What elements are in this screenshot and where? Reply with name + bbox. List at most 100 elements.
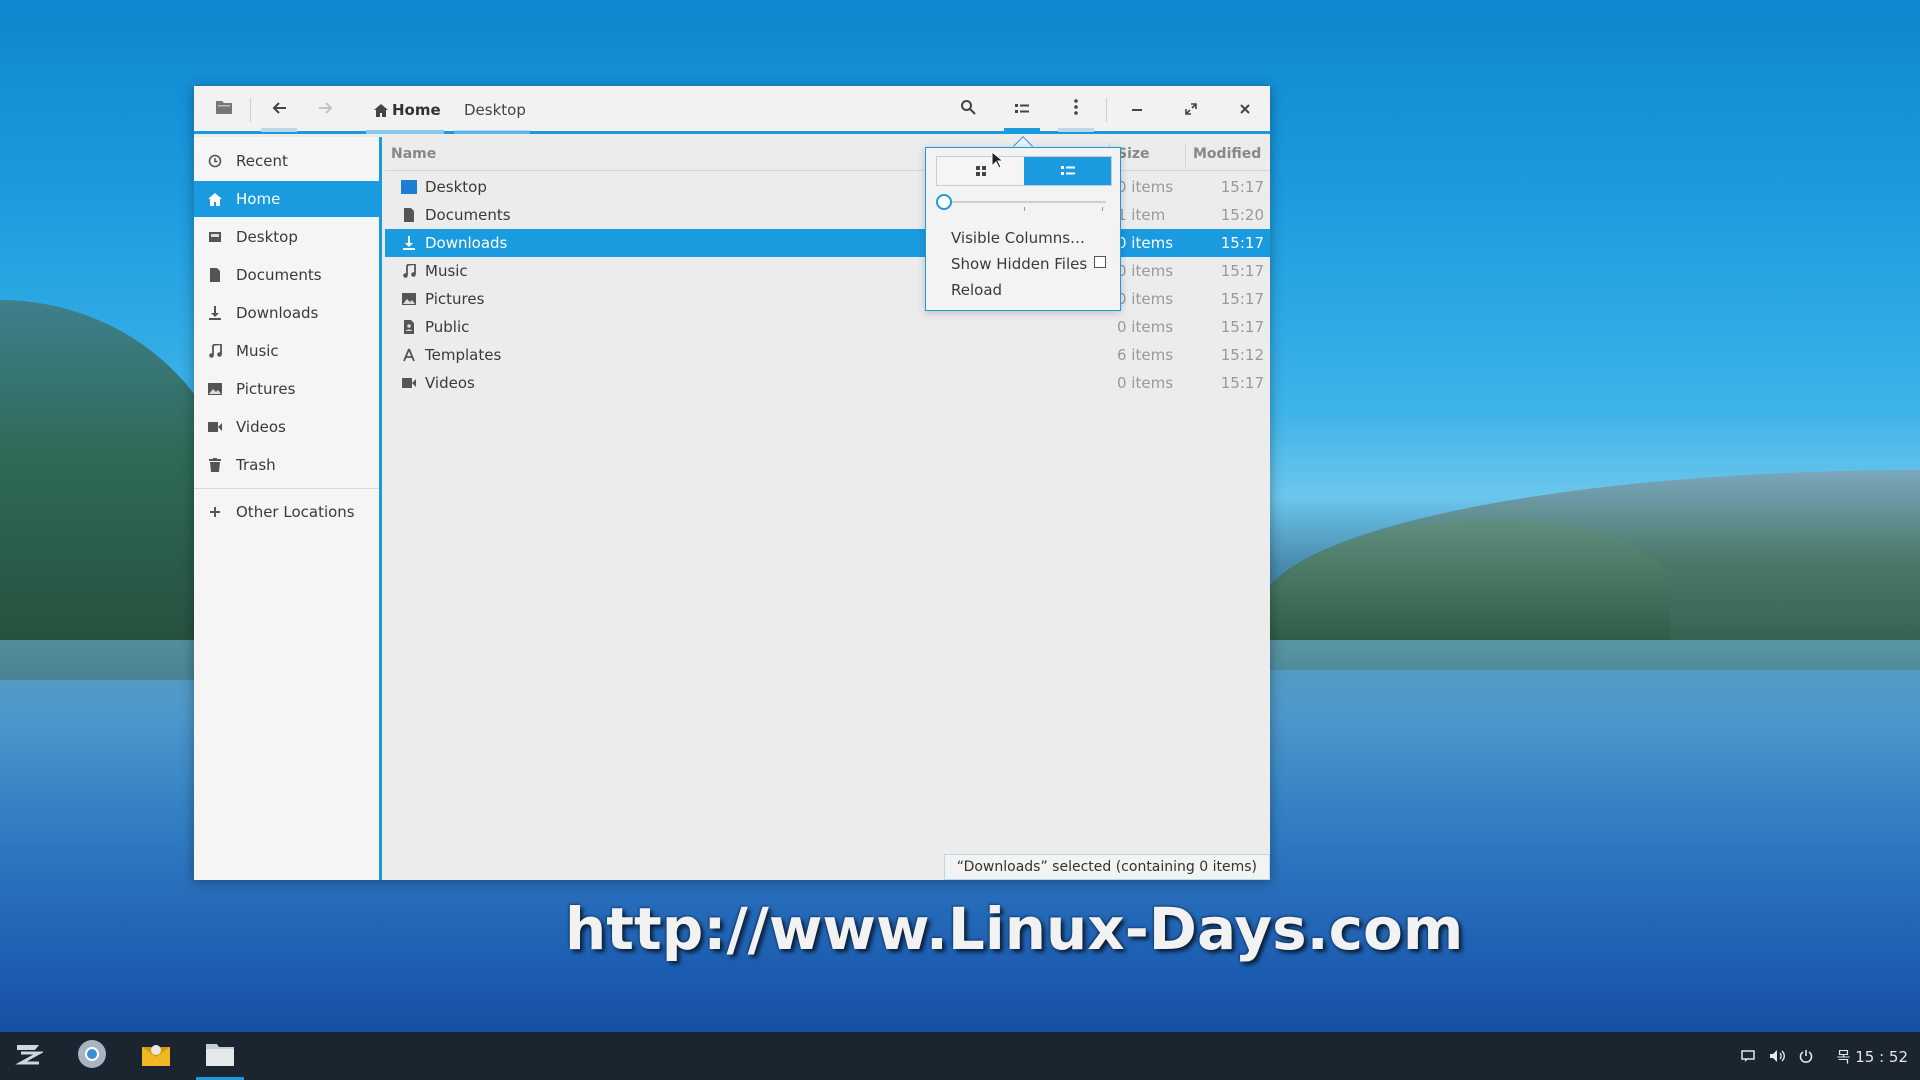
maximize-icon (1185, 100, 1197, 119)
sidebar: Recent Home Desktop Documents Downloads … (194, 137, 382, 880)
search-button[interactable] (946, 92, 990, 126)
grid-view-icon (975, 162, 987, 181)
table-row[interactable]: Downloads 0 items 15:17 (385, 229, 1270, 257)
file-name: Desktop (425, 178, 487, 196)
file-name: Downloads (425, 234, 508, 252)
search-icon (960, 99, 976, 119)
maximize-button[interactable] (1169, 92, 1213, 126)
column-name[interactable]: Name (391, 146, 436, 162)
zoom-slider-mark (1102, 207, 1103, 211)
file-name: Documents (425, 206, 511, 224)
list-view-icon (1060, 162, 1075, 181)
reload-item[interactable]: Reload (951, 281, 1002, 299)
sidebar-item-downloads[interactable]: Downloads (194, 295, 379, 331)
zoom-slider-track[interactable] (942, 201, 1106, 203)
show-hidden-files-item[interactable]: Show Hidden Files (951, 255, 1087, 273)
sidebar-item-home[interactable]: Home (194, 181, 379, 217)
menu-button[interactable] (1054, 92, 1098, 132)
file-modified: 15:17 (1220, 290, 1264, 308)
sidebar-item-label: Desktop (236, 228, 298, 246)
close-icon (1239, 100, 1251, 119)
file-name: Pictures (425, 290, 485, 308)
table-row[interactable]: Templates 6 items 15:12 (385, 341, 1270, 369)
power-icon[interactable] (1799, 1049, 1813, 1063)
close-button[interactable] (1223, 92, 1267, 126)
plus-icon (206, 503, 224, 521)
clock[interactable]: 목 15 : 52 (1837, 1046, 1908, 1067)
column-header: Name Size Modified (385, 137, 1270, 171)
breadcrumb-home[interactable]: Home (374, 86, 441, 134)
file-name: Templates (425, 346, 502, 364)
visible-columns-item[interactable]: Visible Columns… (951, 229, 1085, 247)
file-size: 0 items (1117, 234, 1174, 252)
picture-folder-icon (401, 291, 417, 307)
file-modified: 15:17 (1220, 178, 1264, 196)
arrow-right-icon (318, 100, 334, 119)
zoom-slider-handle[interactable] (936, 194, 952, 210)
view-options-button[interactable] (1000, 92, 1044, 132)
sidebar-item-label: Home (236, 190, 281, 208)
file-size: 0 items (1117, 178, 1174, 196)
sidebar-item-trash[interactable]: Trash (194, 447, 379, 483)
mouse-cursor (991, 150, 1005, 173)
sidebar-item-music[interactable]: Music (194, 333, 379, 369)
clock-icon (206, 152, 224, 170)
table-row[interactable]: Videos 0 items 15:17 (385, 369, 1270, 397)
sidebar-item-label: Recent (236, 152, 288, 170)
sidebar-item-desktop[interactable]: Desktop (194, 219, 379, 255)
files-app-button[interactable] (202, 92, 246, 126)
notification-icon[interactable] (1740, 1050, 1755, 1062)
files-app-taskbar-button[interactable] (196, 1032, 244, 1080)
forward-button[interactable] (304, 92, 348, 126)
sidebar-item-documents[interactable]: Documents (194, 257, 379, 293)
column-size[interactable]: Size (1117, 146, 1150, 162)
breadcrumb-desktop-indicator (454, 130, 530, 134)
table-row[interactable]: Desktop 0 items 15:17 (385, 173, 1270, 201)
desktop-folder-icon (401, 179, 417, 195)
file-name: Public (425, 318, 470, 336)
table-row[interactable]: Music 0 items 15:17 (385, 257, 1270, 285)
grid-view-button[interactable] (937, 157, 1024, 185)
file-modified: 15:20 (1220, 206, 1264, 224)
column-divider (1185, 143, 1186, 167)
kebab-menu-icon (1074, 99, 1078, 119)
chromium-icon (77, 1039, 107, 1073)
sidebar-item-other-locations[interactable]: Other Locations (194, 494, 379, 530)
table-row[interactable]: Documents 1 item 15:20 (385, 201, 1270, 229)
show-hidden-files-checkbox[interactable] (1094, 256, 1106, 268)
table-row[interactable]: Public 0 items 15:17 (385, 313, 1270, 341)
list-view-button[interactable] (1024, 157, 1111, 185)
sidebar-item-label: Pictures (236, 380, 296, 398)
document-icon (206, 266, 224, 284)
mail-app-button[interactable] (132, 1032, 180, 1080)
sidebar-item-recent[interactable]: Recent (194, 143, 379, 179)
file-name: Videos (425, 374, 475, 392)
trash-icon (206, 456, 224, 474)
video-icon (206, 418, 224, 436)
file-size: 0 items (1117, 262, 1174, 280)
music-folder-icon (401, 263, 417, 279)
sidebar-item-pictures[interactable]: Pictures (194, 371, 379, 407)
chromium-app-button[interactable] (68, 1032, 116, 1080)
back-button[interactable] (257, 92, 301, 132)
minimize-button[interactable] (1115, 92, 1159, 126)
zorin-menu-button[interactable] (4, 1032, 52, 1080)
zorin-logo-icon (13, 1042, 45, 1070)
breadcrumb-desktop[interactable]: Desktop (464, 86, 526, 134)
table-row[interactable]: Pictures 0 items 15:17 (385, 285, 1270, 313)
headerbar-separator (1106, 98, 1107, 122)
back-button-indicator (261, 128, 297, 132)
sidebar-item-label: Other Locations (236, 503, 355, 521)
column-modified[interactable]: Modified (1193, 146, 1261, 162)
watermark-text: http://www.Linux-Days.com (565, 895, 1464, 963)
file-modified: 15:17 (1220, 374, 1264, 392)
sidebar-item-label: Music (236, 342, 279, 360)
status-bar: “Downloads” selected (containing 0 items… (943, 854, 1270, 880)
file-modified: 15:17 (1220, 318, 1264, 336)
sidebar-item-videos[interactable]: Videos (194, 409, 379, 445)
volume-icon[interactable] (1769, 1049, 1785, 1063)
arrow-left-icon (271, 100, 287, 119)
download-folder-icon (401, 235, 417, 251)
download-icon (206, 304, 224, 322)
breadcrumb-desktop-label: Desktop (464, 101, 526, 119)
